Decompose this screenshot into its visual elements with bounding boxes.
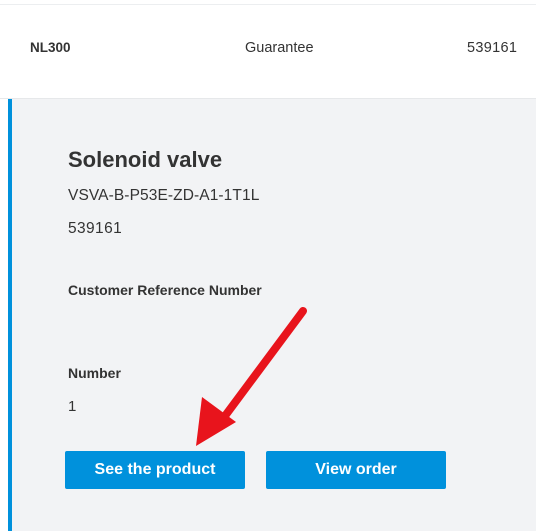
product-code: VSVA-B-P53E-ZD-A1-1T1L xyxy=(68,187,260,204)
product-title: Solenoid valve xyxy=(68,147,223,172)
quantity-label: Number xyxy=(68,365,121,381)
order-row[interactable]: NL3000 Guarantee 539161 xyxy=(0,40,536,68)
see-product-button[interactable]: See the product xyxy=(65,451,245,489)
order-details-page: NL3000 Guarantee 539161 Solenoid valve V… xyxy=(0,0,536,531)
order-detail-panel: Solenoid valve VSVA-B-P53E-ZD-A1-1T1L 53… xyxy=(8,99,536,531)
order-number-cell: NL3000 xyxy=(30,40,70,55)
order-type-cell: Guarantee xyxy=(245,40,314,56)
top-divider xyxy=(0,4,536,5)
view-order-button[interactable]: View order xyxy=(266,451,446,489)
quantity-value: 1 xyxy=(68,398,77,415)
part-number-cell: 539161 xyxy=(467,40,518,56)
customer-reference-label: Customer Reference Number xyxy=(68,282,262,298)
product-part-number: 539161 xyxy=(68,220,123,237)
